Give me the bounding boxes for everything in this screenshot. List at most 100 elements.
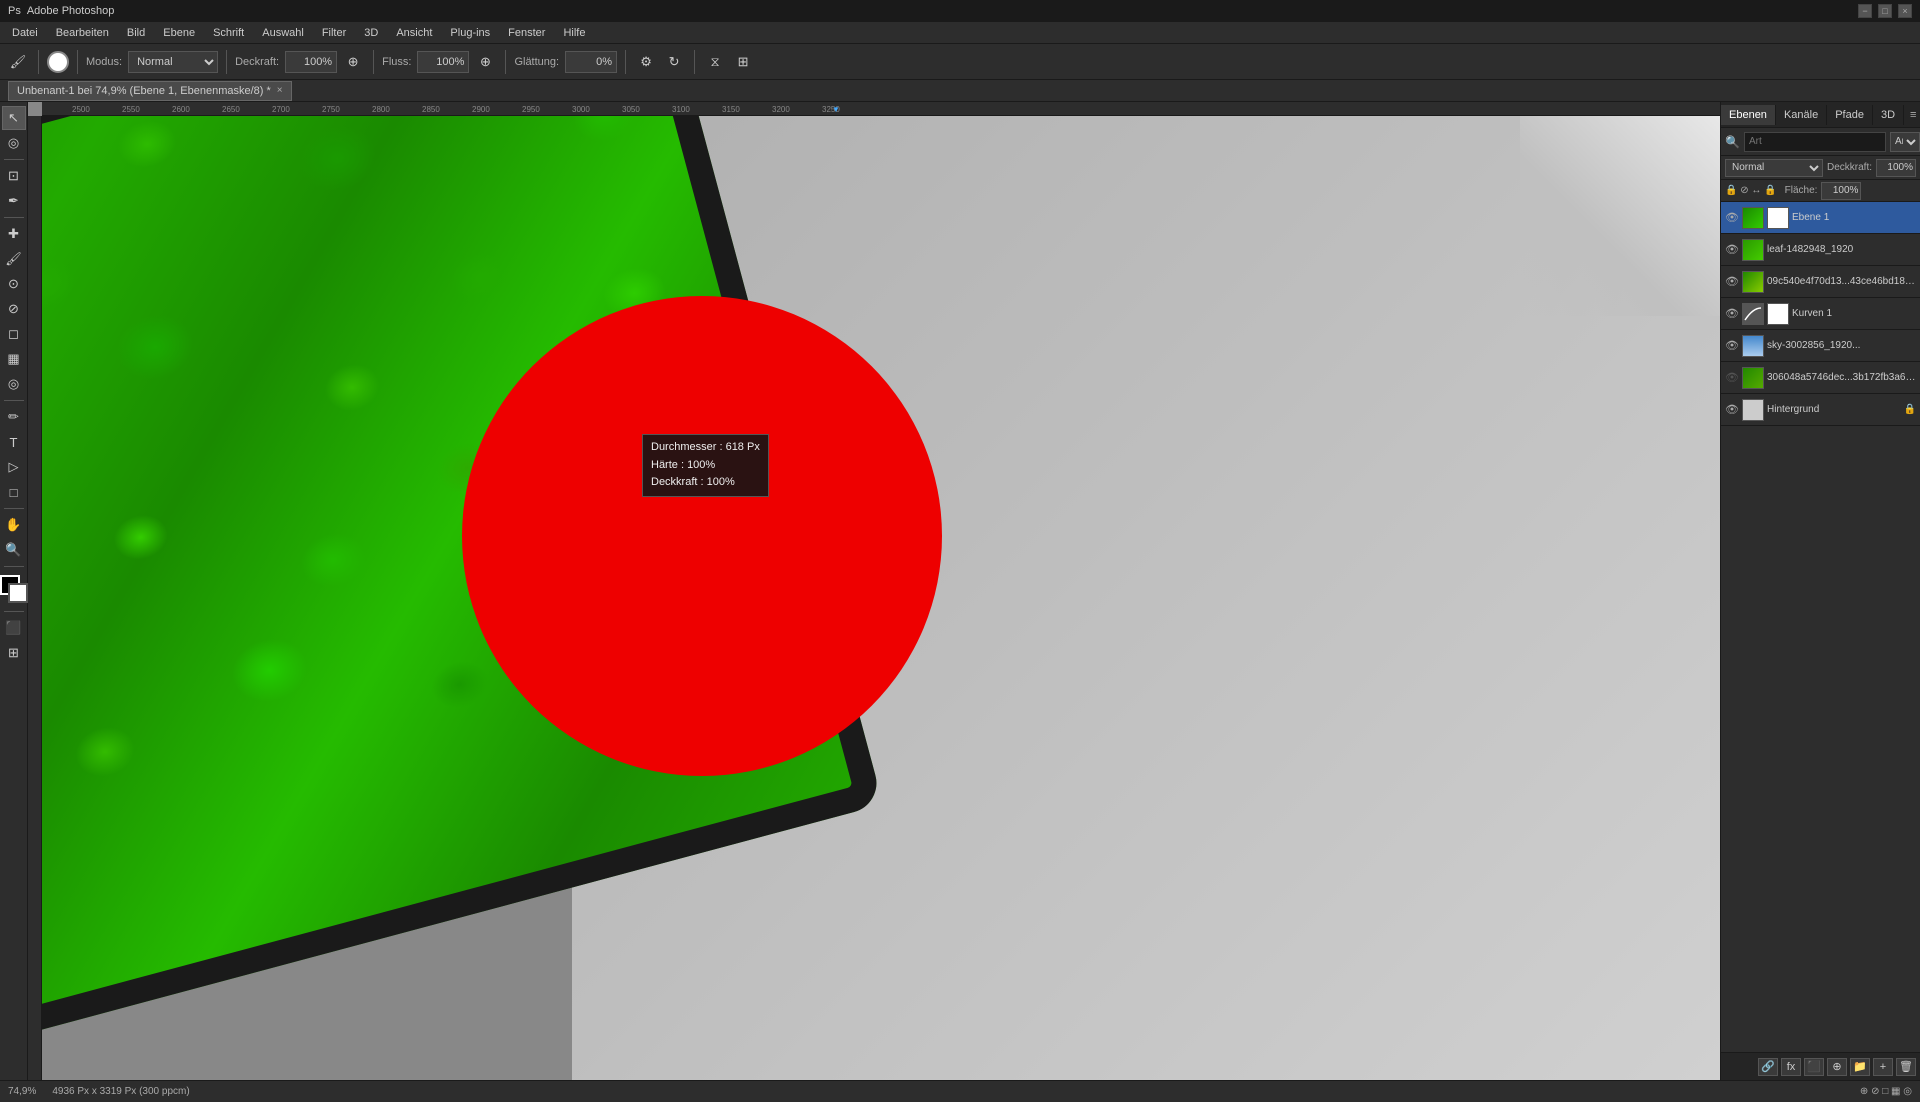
tab-pfade[interactable]: Pfade	[1827, 105, 1873, 125]
close-button[interactable]: ×	[1898, 4, 1912, 18]
ruler-tick-3200: 3200	[772, 105, 790, 114]
crop-tool[interactable]: ⊡	[2, 164, 26, 188]
history-tool[interactable]: ⊘	[2, 297, 26, 321]
titlebar: Ps Adobe Photoshop − □ ×	[0, 0, 1920, 22]
eraser-tool[interactable]: ◻	[2, 322, 26, 346]
menu-datei[interactable]: Datei	[4, 25, 46, 41]
layer-name-hintergrund: Hintergrund	[1767, 404, 1901, 415]
layer-vis-ebene1[interactable]: 👁	[1725, 211, 1739, 225]
layer-name-sky: sky-3002856_1920...	[1767, 340, 1916, 351]
pen-tool[interactable]: ✏	[2, 405, 26, 429]
layer-search-input[interactable]	[1744, 132, 1886, 152]
canvas-content: Durchmesser : 618 Px Härte : 100% Deckkr…	[42, 116, 1720, 1080]
clone-tool[interactable]: ⊙	[2, 272, 26, 296]
symmetry-icon[interactable]: ⧖	[703, 50, 727, 74]
fluss-icon[interactable]: ⊕	[473, 50, 497, 74]
glaettung-input[interactable]	[565, 51, 617, 73]
healing-tool[interactable]: ✚	[2, 222, 26, 246]
selection-tool[interactable]: ↖	[2, 106, 26, 130]
layer-vis-hintergrund[interactable]: 👁	[1725, 403, 1739, 417]
layer-vis-leaf[interactable]: 👁	[1725, 243, 1739, 257]
lasso-tool[interactable]: ◎	[2, 131, 26, 155]
panel-menu-icon[interactable]: ≡	[1904, 105, 1920, 125]
panel-tabs: Ebenen Kanäle Pfade 3D ≡	[1721, 102, 1920, 128]
menu-schrift[interactable]: Schrift	[205, 25, 252, 41]
menu-plugins[interactable]: Plug-ins	[442, 25, 498, 41]
layer-item-ebene1[interactable]: 👁 Ebene 1	[1721, 202, 1920, 234]
fluss-input[interactable]	[417, 51, 469, 73]
canvas-area[interactable]: 2500 2550 2600 2650 2700 2750 2800 2850 …	[28, 102, 1720, 1080]
minimize-button[interactable]: −	[1858, 4, 1872, 18]
ruler-tick-3050: 3050	[622, 105, 640, 114]
layer-vis-sky[interactable]: 👁	[1725, 339, 1739, 353]
layer-thumb-sky	[1742, 335, 1764, 357]
lock-icons: 🔒 ⊘ ↔ 🔒	[1725, 185, 1777, 196]
deckkraft-input[interactable]	[285, 51, 337, 73]
extra-icon[interactable]: ⊞	[731, 50, 755, 74]
layer-item-complex2[interactable]: 👁 306048a5746dec...3b172fb3a6c08	[1721, 362, 1920, 394]
menu-auswahl[interactable]: Auswahl	[254, 25, 312, 41]
menu-ansicht[interactable]: Ansicht	[388, 25, 440, 41]
delete-layer-button[interactable]: 🗑	[1896, 1058, 1916, 1076]
layer-mask-ebene1	[1767, 207, 1789, 229]
menu-bearbeiten[interactable]: Bearbeiten	[48, 25, 117, 41]
layer-item-leaf[interactable]: 👁 leaf-1482948_1920	[1721, 234, 1920, 266]
maximize-button[interactable]: □	[1878, 4, 1892, 18]
tab-kanaele[interactable]: Kanäle	[1776, 105, 1827, 125]
layer-mask-kurven	[1767, 303, 1789, 325]
brush-tool-icon[interactable]: 🖌	[6, 50, 30, 74]
screenmode-tool[interactable]: ⊞	[2, 641, 26, 665]
layer-item-hintergrund[interactable]: 👁 Hintergrund 🔒	[1721, 394, 1920, 426]
menu-fenster[interactable]: Fenster	[500, 25, 553, 41]
layer-vis-kurven[interactable]: 👁	[1725, 307, 1739, 321]
menu-3d[interactable]: 3D	[356, 25, 386, 41]
menu-hilfe[interactable]: Hilfe	[555, 25, 593, 41]
layer-vis-complex1[interactable]: 👁	[1725, 275, 1739, 289]
blur-tool[interactable]: ◎	[2, 372, 26, 396]
eyedropper-tool[interactable]: ✒	[2, 189, 26, 213]
mode-select[interactable]: Normal	[128, 51, 218, 73]
menu-bild[interactable]: Bild	[119, 25, 153, 41]
blend-mode-select[interactable]: Normal	[1725, 159, 1823, 177]
flaeche-value[interactable]	[1821, 182, 1861, 200]
document-tab-close[interactable]: ×	[277, 85, 283, 96]
layer-item-complex1[interactable]: 👁 09c540e4f70d13...43ce46bd18f3f2	[1721, 266, 1920, 298]
layer-item-sky[interactable]: 👁 sky-3002856_1920...	[1721, 330, 1920, 362]
tab-ebenen[interactable]: Ebenen	[1721, 105, 1776, 125]
add-group-button[interactable]: 📁	[1850, 1058, 1870, 1076]
layer-item-kurven[interactable]: 👁 Kurven 1	[1721, 298, 1920, 330]
deckkraft-value[interactable]	[1876, 159, 1916, 177]
add-mask-button[interactable]: ⬛	[1804, 1058, 1824, 1076]
tab-3d[interactable]: 3D	[1873, 105, 1904, 125]
add-layer-button[interactable]: +	[1873, 1058, 1893, 1076]
quickmask-tool[interactable]: ⬛	[2, 616, 26, 640]
text-tool[interactable]: T	[2, 430, 26, 454]
canvas-background[interactable]: Durchmesser : 618 Px Härte : 100% Deckkr…	[42, 116, 1720, 1080]
layer-vis-complex2[interactable]: 👁	[1725, 371, 1739, 385]
background-color[interactable]	[8, 583, 28, 603]
brush-preset-icon[interactable]	[47, 51, 69, 73]
link-layers-button[interactable]: 🔗	[1758, 1058, 1778, 1076]
menu-ebene[interactable]: Ebene	[155, 25, 203, 41]
ruler-tick-3150: 3150	[722, 105, 740, 114]
ruler-tick-2500: 2500	[72, 105, 90, 114]
path-tool[interactable]: ▷	[2, 455, 26, 479]
ruler-tick-3000: 3000	[572, 105, 590, 114]
tool-separator-1	[4, 159, 24, 160]
adjustment-button[interactable]: ⊕	[1827, 1058, 1847, 1076]
layer-style-button[interactable]: fx	[1781, 1058, 1801, 1076]
shape-tool[interactable]: □	[2, 480, 26, 504]
angle-icon[interactable]: ↻	[662, 50, 686, 74]
left-tools-panel: ↖ ◎ ⊡ ✒ ✚ 🖌 ⊙ ⊘ ◻ ▦ ◎ ✏ T ▷ □ ✋ 🔍 ⬛ ⊞	[0, 102, 28, 1080]
zoom-tool[interactable]: 🔍	[2, 538, 26, 562]
search-type-select[interactable]: Art	[1890, 132, 1920, 152]
fill-tool[interactable]: ▦	[2, 347, 26, 371]
deckkraft-icon[interactable]: ⊕	[341, 50, 365, 74]
settings-icon[interactable]: ⚙	[634, 50, 658, 74]
layers-list: 👁 Ebene 1 👁 leaf-1482948_1920 👁 09c540e4…	[1721, 202, 1920, 1052]
tool-separator-5	[4, 566, 24, 567]
document-tab[interactable]: Unbenant-1 bei 74,9% (Ebene 1, Ebenenmas…	[8, 81, 292, 101]
menu-filter[interactable]: Filter	[314, 25, 354, 41]
brush-tool[interactable]: 🖌	[2, 247, 26, 271]
hand-tool[interactable]: ✋	[2, 513, 26, 537]
